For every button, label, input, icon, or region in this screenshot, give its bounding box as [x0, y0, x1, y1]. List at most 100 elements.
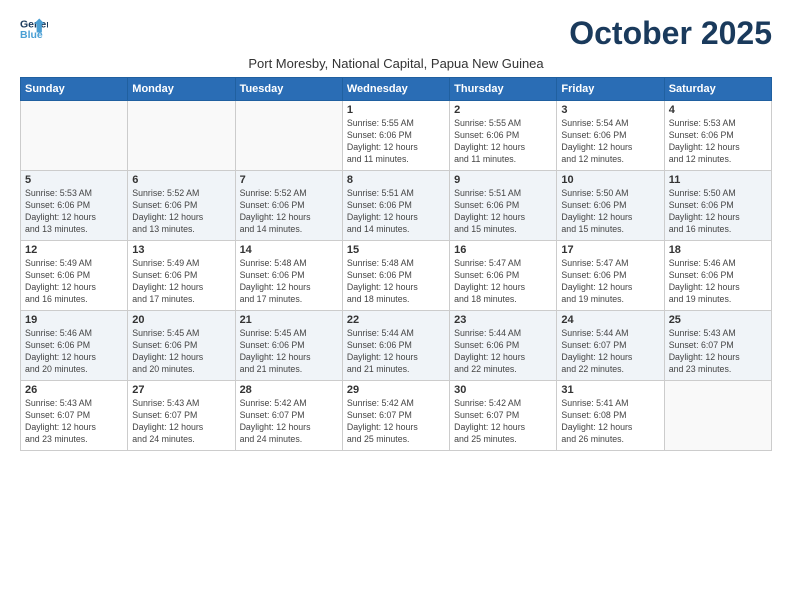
table-row	[21, 101, 128, 171]
day-info: Sunrise: 5:44 AM Sunset: 6:07 PM Dayligh…	[561, 328, 659, 376]
day-number: 14	[240, 244, 338, 256]
table-row: 2 Sunrise: 5:55 AM Sunset: 6:06 PM Daylig…	[450, 101, 557, 171]
day-number: 20	[132, 314, 230, 326]
table-row: 30 Sunrise: 5:42 AM Sunset: 6:07 PM Dayli…	[450, 381, 557, 451]
day-number: 4	[669, 104, 767, 116]
col-friday: Friday	[557, 78, 664, 101]
day-number: 28	[240, 384, 338, 396]
table-row: 26 Sunrise: 5:43 AM Sunset: 6:07 PM Dayli…	[21, 381, 128, 451]
day-number: 24	[561, 314, 659, 326]
day-number: 15	[347, 244, 445, 256]
table-row: 15 Sunrise: 5:48 AM Sunset: 6:06 PM Dayli…	[342, 241, 449, 311]
calendar-week-2: 5 Sunrise: 5:53 AM Sunset: 6:06 PM Daylig…	[21, 171, 772, 241]
day-number: 12	[25, 244, 123, 256]
table-row	[664, 381, 771, 451]
day-number: 26	[25, 384, 123, 396]
day-info: Sunrise: 5:51 AM Sunset: 6:06 PM Dayligh…	[347, 188, 445, 236]
day-info: Sunrise: 5:43 AM Sunset: 6:07 PM Dayligh…	[132, 398, 230, 446]
day-number: 13	[132, 244, 230, 256]
day-info: Sunrise: 5:52 AM Sunset: 6:06 PM Dayligh…	[240, 188, 338, 236]
day-number: 21	[240, 314, 338, 326]
day-number: 9	[454, 174, 552, 186]
day-info: Sunrise: 5:47 AM Sunset: 6:06 PM Dayligh…	[561, 258, 659, 306]
table-row: 7 Sunrise: 5:52 AM Sunset: 6:06 PM Daylig…	[235, 171, 342, 241]
day-number: 1	[347, 104, 445, 116]
table-row: 29 Sunrise: 5:42 AM Sunset: 6:07 PM Dayli…	[342, 381, 449, 451]
day-number: 25	[669, 314, 767, 326]
day-info: Sunrise: 5:55 AM Sunset: 6:06 PM Dayligh…	[454, 118, 552, 166]
table-row: 8 Sunrise: 5:51 AM Sunset: 6:06 PM Daylig…	[342, 171, 449, 241]
day-number: 5	[25, 174, 123, 186]
day-info: Sunrise: 5:49 AM Sunset: 6:06 PM Dayligh…	[25, 258, 123, 306]
col-thursday: Thursday	[450, 78, 557, 101]
day-info: Sunrise: 5:41 AM Sunset: 6:08 PM Dayligh…	[561, 398, 659, 446]
day-number: 10	[561, 174, 659, 186]
table-row: 25 Sunrise: 5:43 AM Sunset: 6:07 PM Dayli…	[664, 311, 771, 381]
col-saturday: Saturday	[664, 78, 771, 101]
logo-icon: General Blue	[20, 15, 48, 43]
day-info: Sunrise: 5:42 AM Sunset: 6:07 PM Dayligh…	[240, 398, 338, 446]
table-row: 12 Sunrise: 5:49 AM Sunset: 6:06 PM Dayli…	[21, 241, 128, 311]
day-info: Sunrise: 5:43 AM Sunset: 6:07 PM Dayligh…	[669, 328, 767, 376]
table-row: 3 Sunrise: 5:54 AM Sunset: 6:06 PM Daylig…	[557, 101, 664, 171]
day-number: 8	[347, 174, 445, 186]
day-info: Sunrise: 5:48 AM Sunset: 6:06 PM Dayligh…	[347, 258, 445, 306]
table-row	[128, 101, 235, 171]
day-number: 27	[132, 384, 230, 396]
day-number: 31	[561, 384, 659, 396]
calendar-week-4: 19Sunrise: 5:46 AM Sunset: 6:06 PM Dayli…	[21, 311, 772, 381]
calendar-week-1: 1 Sunrise: 5:55 AM Sunset: 6:06 PM Daylig…	[21, 101, 772, 171]
table-row: 6Sunrise: 5:52 AM Sunset: 6:06 PM Daylig…	[128, 171, 235, 241]
day-number: 22	[347, 314, 445, 326]
day-info: Sunrise: 5:47 AM Sunset: 6:06 PM Dayligh…	[454, 258, 552, 306]
day-info: Sunrise: 5:44 AM Sunset: 6:06 PM Dayligh…	[454, 328, 552, 376]
day-number: 2	[454, 104, 552, 116]
col-wednesday: Wednesday	[342, 78, 449, 101]
day-number: 11	[669, 174, 767, 186]
subtitle: Port Moresby, National Capital, Papua Ne…	[20, 56, 772, 71]
day-info: Sunrise: 5:51 AM Sunset: 6:06 PM Dayligh…	[454, 188, 552, 236]
table-row: 14Sunrise: 5:48 AM Sunset: 6:06 PM Dayli…	[235, 241, 342, 311]
table-row: 17Sunrise: 5:47 AM Sunset: 6:06 PM Dayli…	[557, 241, 664, 311]
day-info: Sunrise: 5:50 AM Sunset: 6:06 PM Dayligh…	[561, 188, 659, 236]
table-row: 24 Sunrise: 5:44 AM Sunset: 6:07 PM Dayli…	[557, 311, 664, 381]
calendar-header-row: Sunday Monday Tuesday Wednesday Thursday…	[21, 78, 772, 101]
day-number: 29	[347, 384, 445, 396]
calendar-week-3: 12 Sunrise: 5:49 AM Sunset: 6:06 PM Dayli…	[21, 241, 772, 311]
header: General Blue October 2025	[20, 15, 772, 52]
day-info: Sunrise: 5:53 AM Sunset: 6:06 PM Dayligh…	[669, 118, 767, 166]
day-info: Sunrise: 5:54 AM Sunset: 6:06 PM Dayligh…	[561, 118, 659, 166]
table-row: 13 Sunrise: 5:49 AM Sunset: 6:06 PM Dayli…	[128, 241, 235, 311]
month-title: October 2025	[569, 15, 772, 52]
day-info: Sunrise: 5:46 AM Sunset: 6:06 PM Dayligh…	[669, 258, 767, 306]
col-monday: Monday	[128, 78, 235, 101]
calendar-week-5: 26 Sunrise: 5:43 AM Sunset: 6:07 PM Dayli…	[21, 381, 772, 451]
table-row: 28 Sunrise: 5:42 AM Sunset: 6:07 PM Dayli…	[235, 381, 342, 451]
day-number: 7	[240, 174, 338, 186]
table-row: 21 Sunrise: 5:45 AM Sunset: 6:06 PM Dayli…	[235, 311, 342, 381]
day-number: 30	[454, 384, 552, 396]
day-info: Sunrise: 5:42 AM Sunset: 6:07 PM Dayligh…	[454, 398, 552, 446]
col-sunday: Sunday	[21, 78, 128, 101]
table-row: 16Sunrise: 5:47 AM Sunset: 6:06 PM Dayli…	[450, 241, 557, 311]
day-number: 18	[669, 244, 767, 256]
table-row: 31 Sunrise: 5:41 AM Sunset: 6:08 PM Dayli…	[557, 381, 664, 451]
day-info: Sunrise: 5:49 AM Sunset: 6:06 PM Dayligh…	[132, 258, 230, 306]
day-info: Sunrise: 5:50 AM Sunset: 6:06 PM Dayligh…	[669, 188, 767, 236]
day-info: Sunrise: 5:55 AM Sunset: 6:06 PM Dayligh…	[347, 118, 445, 166]
day-number: 3	[561, 104, 659, 116]
day-info: Sunrise: 5:42 AM Sunset: 6:07 PM Dayligh…	[347, 398, 445, 446]
day-info: Sunrise: 5:53 AM Sunset: 6:06 PM Dayligh…	[25, 188, 123, 236]
table-row: 23 Sunrise: 5:44 AM Sunset: 6:06 PM Dayli…	[450, 311, 557, 381]
day-number: 23	[454, 314, 552, 326]
day-number: 19	[25, 314, 123, 326]
day-info: Sunrise: 5:43 AM Sunset: 6:07 PM Dayligh…	[25, 398, 123, 446]
day-number: 6	[132, 174, 230, 186]
day-info: Sunrise: 5:45 AM Sunset: 6:06 PM Dayligh…	[240, 328, 338, 376]
table-row: 10 Sunrise: 5:50 AM Sunset: 6:06 PM Dayli…	[557, 171, 664, 241]
day-info: Sunrise: 5:45 AM Sunset: 6:06 PM Dayligh…	[132, 328, 230, 376]
logo: General Blue	[20, 15, 48, 43]
table-row: 19Sunrise: 5:46 AM Sunset: 6:06 PM Dayli…	[21, 311, 128, 381]
calendar-table: Sunday Monday Tuesday Wednesday Thursday…	[20, 77, 772, 451]
col-tuesday: Tuesday	[235, 78, 342, 101]
